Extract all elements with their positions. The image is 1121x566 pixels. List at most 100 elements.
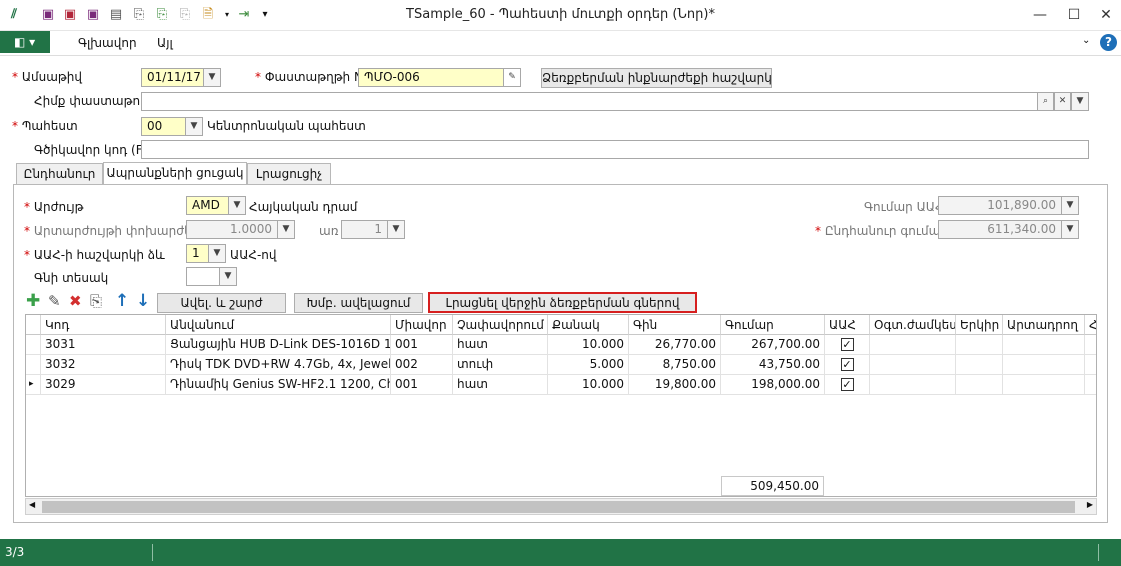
edit-row-icon[interactable]: ✎: [48, 293, 61, 309]
menu-other[interactable]: Այլ: [157, 36, 173, 50]
table-cell-code[interactable]: 3031: [41, 335, 166, 355]
table-cell-amount[interactable]: 43,750.00: [721, 355, 825, 375]
horizontal-scrollbar[interactable]: ◀ ▶: [25, 498, 1097, 515]
table-cell-qty[interactable]: 10.000: [548, 335, 629, 355]
collapse-ribbon-icon[interactable]: ⌄: [1082, 35, 1090, 46]
column-header-manufacturer[interactable]: Արտադրող: [1003, 315, 1085, 335]
table-cell-unit[interactable]: 002: [391, 355, 453, 375]
column-header-name[interactable]: Անվանում: [166, 315, 391, 335]
column-header-amount[interactable]: Գումար: [721, 315, 825, 335]
tab-items[interactable]: Ապրանքների ցուցակ: [103, 162, 247, 185]
table-cell-manufacturer[interactable]: [1003, 335, 1085, 355]
table-cell-unit[interactable]: 001: [391, 335, 453, 355]
row-indicator[interactable]: [26, 335, 41, 355]
table-cell-expiry[interactable]: [870, 355, 956, 375]
row-indicator[interactable]: [26, 355, 41, 375]
table-cell-measure[interactable]: տուփ: [453, 355, 548, 375]
per-dropdown-icon[interactable]: ▼: [387, 221, 404, 238]
table-cell-extra[interactable]: [1085, 355, 1096, 375]
table-cell-vat[interactable]: ✓: [825, 335, 870, 355]
table-cell-vat[interactable]: ✓: [825, 375, 870, 395]
table-cell-qty[interactable]: 5.000: [548, 355, 629, 375]
table-cell-expiry[interactable]: [870, 375, 956, 395]
currency-dropdown-icon[interactable]: ▼: [228, 197, 245, 214]
table-cell-amount[interactable]: 267,700.00: [721, 335, 825, 355]
scrollbar-thumb[interactable]: [42, 501, 1075, 513]
vat-method-field[interactable]: 1 ▼: [186, 244, 226, 263]
fill-last-prices-button[interactable]: Լրացնել վերջին ձեռքբերման գներով: [428, 292, 697, 313]
currency-field[interactable]: AMD ▼: [186, 196, 246, 215]
vat-method-dropdown-icon[interactable]: ▼: [208, 245, 225, 262]
date-field[interactable]: 01/11/17 ▼: [141, 68, 221, 87]
basis-field[interactable]: ⌕ ✕ ▼: [141, 92, 1089, 111]
add-row-icon[interactable]: ✚: [26, 293, 40, 310]
move-up-icon[interactable]: ↑: [115, 293, 129, 310]
column-header-code[interactable]: Կոդ: [41, 315, 166, 335]
delete-row-icon[interactable]: ✖: [69, 293, 82, 309]
column-header-measure[interactable]: Չափավորում: [453, 315, 548, 335]
rate-field[interactable]: 1.0000 ▼: [186, 220, 295, 239]
menu-main[interactable]: Գլխավոր: [78, 36, 137, 50]
tab-additional[interactable]: Լրացուցիչ: [247, 163, 331, 185]
docnum-field[interactable]: ՊՄՕ-006 ✎: [358, 68, 521, 87]
scroll-right-icon[interactable]: ▶: [1087, 500, 1093, 509]
table-cell-code[interactable]: 3029: [41, 375, 166, 395]
add-move-button[interactable]: Ավել. և շարժ: [157, 293, 286, 313]
vat-amount-dropdown-icon[interactable]: ▼: [1061, 197, 1078, 214]
current-row-indicator-icon[interactable]: ▸: [26, 375, 41, 395]
column-header-price[interactable]: Գին: [629, 315, 721, 335]
table-cell-extra[interactable]: [1085, 335, 1096, 355]
table-cell-measure[interactable]: հատ: [453, 375, 548, 395]
close-button[interactable]: ✕: [1094, 4, 1118, 26]
price-type-field[interactable]: ▼: [186, 267, 237, 286]
table-cell-qty[interactable]: 10.000: [548, 375, 629, 395]
table-cell-amount[interactable]: 198,000.00: [721, 375, 825, 395]
column-header-qty[interactable]: Քանակ: [548, 315, 629, 335]
vat-checkbox[interactable]: ✓: [840, 358, 854, 371]
table-cell-code[interactable]: 3032: [41, 355, 166, 375]
total-amount-field[interactable]: 611,340.00 ▼: [938, 220, 1079, 239]
maximize-button[interactable]: ☐: [1062, 4, 1086, 26]
table-cell-manufacturer[interactable]: [1003, 355, 1085, 375]
vat-checkbox[interactable]: ✓: [840, 338, 854, 351]
move-down-icon[interactable]: ↓: [136, 293, 150, 310]
file-menu-button[interactable]: ◧ ▾: [0, 31, 50, 53]
table-cell-country[interactable]: [956, 355, 1003, 375]
table-cell-manufacturer[interactable]: [1003, 375, 1085, 395]
tab-general[interactable]: Ընդհանուր: [16, 163, 103, 185]
scroll-left-icon[interactable]: ◀: [29, 500, 35, 509]
search-icon[interactable]: ⌕: [1037, 93, 1054, 110]
copy-row-icon[interactable]: ⎘: [90, 293, 102, 309]
per-field[interactable]: 1 ▼: [341, 220, 405, 239]
calc-cost-button[interactable]: Ձեռքբերման ինքնարժեքի հաշվարկ: [541, 68, 772, 88]
table-cell-country[interactable]: [956, 335, 1003, 355]
magic-wand-icon[interactable]: ✎: [503, 69, 520, 86]
basis-dropdown-icon[interactable]: ▼: [1071, 93, 1088, 110]
table-cell-extra[interactable]: [1085, 375, 1096, 395]
column-header-country[interactable]: Երկիր: [956, 315, 1003, 335]
vat-amount-field[interactable]: 101,890.00 ▼: [938, 196, 1079, 215]
table-cell-name[interactable]: Դինամիկ Genius SW-HF2.1 1200, Ch...: [166, 375, 391, 395]
price-type-dropdown-icon[interactable]: ▼: [219, 268, 236, 285]
table-cell-country[interactable]: [956, 375, 1003, 395]
help-icon[interactable]: ?: [1100, 34, 1117, 51]
column-header-extra[interactable]: Հ: [1085, 315, 1096, 335]
warehouse-dropdown-icon[interactable]: ▼: [185, 118, 202, 135]
table-cell-name[interactable]: Դիսկ TDK DVD+RW 4.7Gb, 4x, Jewel...: [166, 355, 391, 375]
barcode-field[interactable]: [141, 140, 1089, 159]
table-cell-price[interactable]: 26,770.00: [629, 335, 721, 355]
table-cell-price[interactable]: 8,750.00: [629, 355, 721, 375]
total-amount-dropdown-icon[interactable]: ▼: [1061, 221, 1078, 238]
vat-checkbox[interactable]: ✓: [840, 378, 854, 391]
rate-dropdown-icon[interactable]: ▼: [277, 221, 294, 238]
table-cell-name[interactable]: Ցանցային HUB D-Link DES-1016D 16...: [166, 335, 391, 355]
minimize-button[interactable]: —: [1028, 4, 1052, 26]
warehouse-field[interactable]: 00 ▼: [141, 117, 203, 136]
column-header-expiry[interactable]: Օգտ.ժամկետ: [870, 315, 956, 335]
table-cell-vat[interactable]: ✓: [825, 355, 870, 375]
table-cell-unit[interactable]: 001: [391, 375, 453, 395]
table-cell-price[interactable]: 19,800.00: [629, 375, 721, 395]
date-dropdown-icon[interactable]: ▼: [203, 69, 220, 86]
clear-icon[interactable]: ✕: [1054, 93, 1071, 110]
column-header-unit[interactable]: Միավոր: [391, 315, 453, 335]
